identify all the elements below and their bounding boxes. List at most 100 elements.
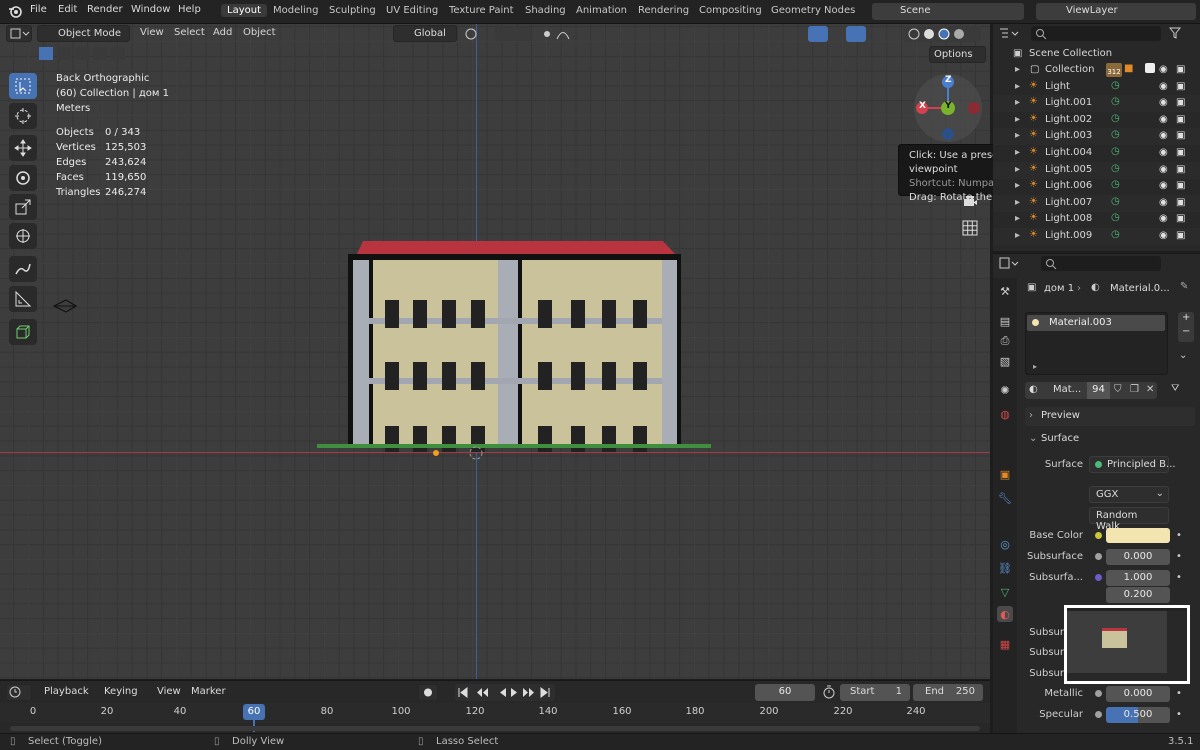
- expand-arrow-icon[interactable]: ▸: [1015, 164, 1020, 175]
- texture-tab-icon[interactable]: ▦: [997, 636, 1013, 652]
- light-data-icon[interactable]: ◷: [1111, 113, 1120, 124]
- keyframe-dot-icon[interactable]: •: [1176, 572, 1182, 583]
- base-color-swatch[interactable]: [1106, 528, 1170, 543]
- outliner-search-input[interactable]: [1031, 26, 1161, 41]
- selection-mode-buttons[interactable]: [38, 46, 130, 61]
- screenshot-thumbnail[interactable]: [1064, 605, 1190, 684]
- outliner-row-light[interactable]: ▸ ☀ Light ◷ ◉ ▣: [993, 79, 1200, 96]
- menu-help[interactable]: Help: [178, 4, 201, 15]
- render-camera-icon[interactable]: ▣: [1176, 81, 1185, 92]
- viewport-shading-buttons[interactable]: [778, 26, 983, 42]
- timeline-menu-view[interactable]: View: [157, 686, 181, 697]
- tool-tab-icon[interactable]: ⚒: [997, 283, 1013, 299]
- 3d-viewport[interactable]: Object Mode View Select Add Object Globa…: [0, 24, 990, 679]
- render-camera-icon[interactable]: ▣: [1176, 97, 1185, 108]
- tab-sculpting[interactable]: Sculpting: [323, 4, 382, 17]
- transform-tool[interactable]: [9, 223, 37, 249]
- modifier-wrench-icon[interactable]: 🔧︎: [997, 490, 1013, 506]
- select-box-tool[interactable]: [9, 73, 37, 99]
- constraints-tab-icon[interactable]: ⛓︎: [997, 560, 1013, 576]
- surface-panel-header[interactable]: ⌄ Surface: [1025, 430, 1195, 449]
- plus-icon[interactable]: +: [1182, 312, 1190, 323]
- subsurface-radius-y-field[interactable]: 0.200: [1106, 587, 1170, 603]
- eye-icon[interactable]: ◉: [1159, 197, 1168, 208]
- data-tab-icon[interactable]: ▽: [997, 584, 1013, 600]
- outliner-row-light[interactable]: ▸ ☀ Light.009 ◷ ◉ ▣: [993, 228, 1200, 245]
- chevron-down-icon[interactable]: ⌄: [1179, 350, 1187, 361]
- slot-add-remove-buttons[interactable]: + −: [1178, 312, 1194, 342]
- expand-arrow-icon[interactable]: ▸: [1015, 64, 1020, 75]
- preview-panel-header[interactable]: › Preview: [1025, 407, 1195, 426]
- specular-field[interactable]: 0.500: [1106, 707, 1170, 723]
- light-data-icon[interactable]: ◷: [1111, 229, 1120, 240]
- outliner-row-light[interactable]: ▸ ☀ Light.001 ◷ ◉ ▣: [993, 95, 1200, 113]
- eye-icon[interactable]: ◉: [1159, 81, 1168, 92]
- eye-icon[interactable]: ◉: [1159, 64, 1168, 75]
- timeline-menu-playback[interactable]: Playback: [44, 686, 89, 697]
- viewport-menu-add[interactable]: Add: [213, 27, 232, 38]
- subsurface-method-dropdown[interactable]: Random Walk: [1089, 507, 1169, 532]
- viewport-menu-object[interactable]: Object: [243, 27, 276, 38]
- subsurface-radius-x-field[interactable]: 1.000: [1106, 570, 1170, 586]
- start-frame-field[interactable]: Start 1: [840, 684, 910, 701]
- light-data-icon[interactable]: ◷: [1111, 80, 1120, 91]
- duplicate-icon[interactable]: ❐: [1130, 384, 1139, 395]
- expand-arrow-icon[interactable]: ▸: [1015, 81, 1020, 92]
- expand-arrow-icon[interactable]: ▸: [1033, 362, 1037, 371]
- menu-render[interactable]: Render: [87, 4, 123, 15]
- user-count[interactable]: 94: [1087, 382, 1110, 399]
- timeline-scrollbar[interactable]: [10, 726, 980, 731]
- eye-icon[interactable]: ◉: [1159, 213, 1168, 224]
- render-camera-icon[interactable]: ▣: [1176, 213, 1185, 224]
- editor-type-button[interactable]: [6, 25, 32, 42]
- object-tab-icon[interactable]: ▣: [997, 466, 1013, 482]
- outliner-row-light[interactable]: ▸ ☀ Light.003 ◷ ◉ ▣: [993, 128, 1200, 146]
- render-camera-icon[interactable]: ▣: [1176, 230, 1185, 241]
- eye-icon[interactable]: ◉: [1159, 147, 1168, 158]
- eye-icon[interactable]: ◉: [1159, 114, 1168, 125]
- eye-icon[interactable]: ◉: [1159, 164, 1168, 175]
- light-data-icon[interactable]: ◷: [1111, 163, 1120, 174]
- distribution-dropdown[interactable]: GGX ⌄: [1089, 486, 1169, 503]
- keyframe-dot-icon[interactable]: •: [1176, 551, 1182, 562]
- light-data-icon[interactable]: ◷: [1111, 146, 1120, 157]
- minus-icon[interactable]: −: [1182, 326, 1190, 337]
- annotate-tool[interactable]: [9, 256, 37, 282]
- material-slot-row[interactable]: Material.003: [1027, 315, 1165, 331]
- tab-animation[interactable]: Animation: [570, 4, 633, 17]
- outliner-row-light[interactable]: ▸ ☀ Light.008 ◷ ◉ ▣: [993, 211, 1200, 228]
- expand-arrow-icon[interactable]: ▸: [1015, 97, 1020, 108]
- end-frame-field[interactable]: End 250: [913, 684, 983, 701]
- filter-icon[interactable]: [1169, 27, 1189, 40]
- timeline-menu-keying[interactable]: Keying: [104, 686, 138, 697]
- tab-shading[interactable]: Shading: [519, 4, 572, 17]
- measure-tool[interactable]: [9, 286, 37, 312]
- material-tab-icon[interactable]: ◐: [997, 606, 1013, 622]
- render-camera-icon[interactable]: ▣: [1176, 64, 1185, 75]
- outliner-row-light[interactable]: ▸ ☀ Light.002 ◷ ◉ ▣: [993, 112, 1200, 129]
- tab-texture-paint[interactable]: Texture Paint: [443, 4, 520, 17]
- playback-controls[interactable]: [455, 684, 555, 701]
- keyframe-dot-icon[interactable]: •: [1176, 688, 1182, 699]
- render-camera-icon[interactable]: ▣: [1176, 114, 1185, 125]
- current-frame-field[interactable]: 60: [755, 684, 815, 701]
- viewlayer-selector[interactable]: ViewLayer: [1036, 3, 1196, 20]
- outliner-row-light[interactable]: ▸ ☀ Light.005 ◷ ◉ ▣: [993, 161, 1200, 179]
- light-data-icon[interactable]: ◷: [1111, 129, 1120, 140]
- viewport-menu-select[interactable]: Select: [174, 27, 205, 38]
- rotate-tool[interactable]: [9, 165, 37, 191]
- expand-arrow-icon[interactable]: ▸: [1015, 213, 1020, 224]
- eye-icon[interactable]: ◉: [1159, 180, 1168, 191]
- cursor-tool[interactable]: [9, 103, 37, 129]
- light-data-icon[interactable]: ◷: [1111, 96, 1120, 107]
- world-tab-icon[interactable]: ◍: [997, 406, 1013, 422]
- pin-icon[interactable]: ✎: [1180, 281, 1188, 292]
- render-camera-icon[interactable]: ▣: [1176, 180, 1185, 191]
- render-camera-icon[interactable]: ▣: [1176, 147, 1185, 158]
- stopwatch-icon[interactable]: [822, 685, 836, 699]
- expand-arrow-icon[interactable]: ▸: [1015, 130, 1020, 141]
- eye-icon[interactable]: ◉: [1159, 97, 1168, 108]
- properties-editor-icon[interactable]: [999, 257, 1019, 270]
- blender-logo-icon[interactable]: [8, 4, 22, 18]
- metallic-field[interactable]: 0.000: [1106, 686, 1170, 702]
